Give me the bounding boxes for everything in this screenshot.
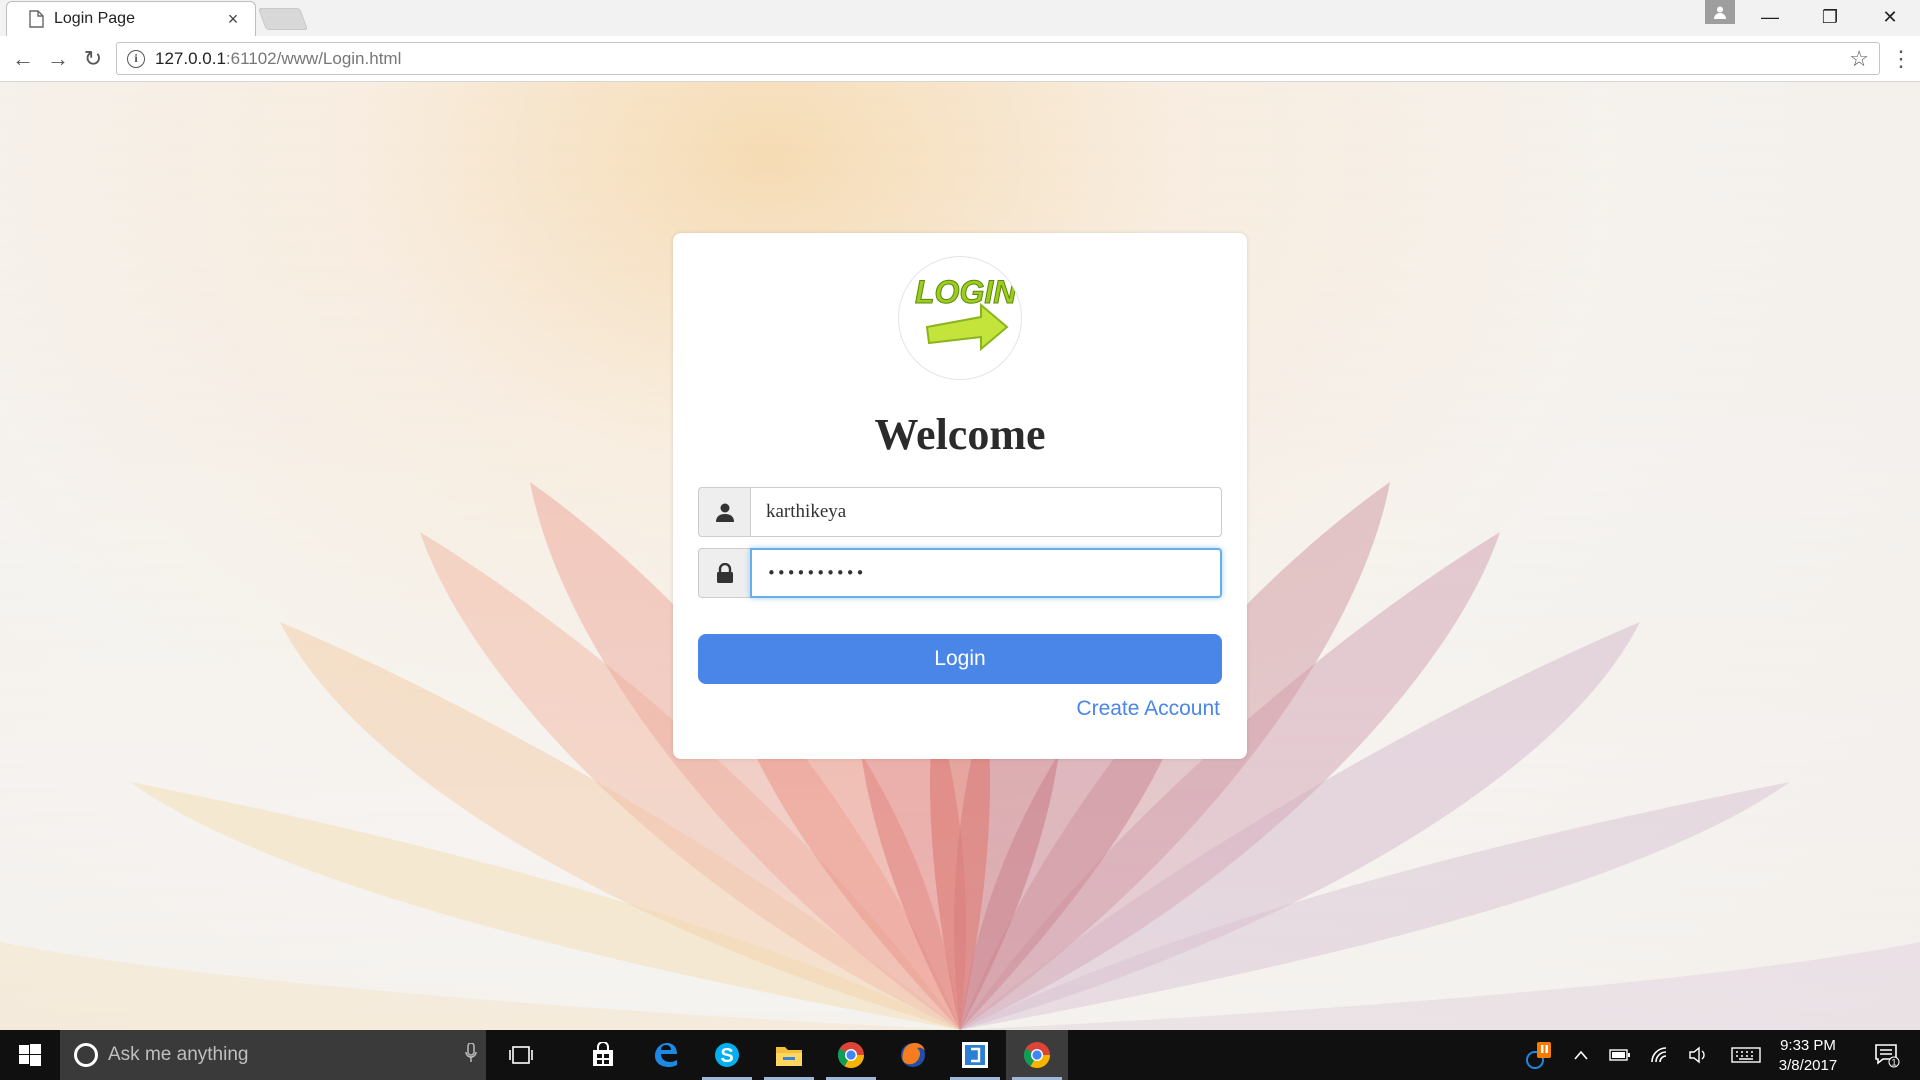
info-icon[interactable]: i (127, 49, 145, 68)
system-clock[interactable]: 9:33 PM 3/8/2017 (1768, 1036, 1848, 1076)
url-path: :61102/www/Login.html (225, 48, 402, 68)
windows-logo-icon (19, 1044, 41, 1066)
task-view-icon (509, 1046, 533, 1064)
password-input[interactable] (750, 548, 1222, 598)
chrome-icon (837, 1042, 865, 1069)
firefox-icon (901, 1043, 925, 1067)
logo-text: LOGIN (915, 274, 1017, 310)
url-host: 127.0.0.1 (155, 48, 226, 68)
clock-time: 9:33 PM (1780, 1037, 1836, 1054)
profile-button[interactable] (1705, 0, 1735, 24)
browser-toolbar: ← → ↻ i 127.0.0.1 :61102/www/Login.html … (0, 36, 1920, 82)
taskbar: Ask me anything S 9:33 PM 3/8/2017 1 (0, 1030, 1920, 1080)
tab-close-icon[interactable]: × (223, 9, 243, 30)
person-icon (1714, 6, 1726, 19)
bookmark-star-icon[interactable]: ☆ (1849, 46, 1869, 72)
taskbar-firefox[interactable] (882, 1030, 944, 1080)
taskbar-file-explorer[interactable] (758, 1030, 820, 1080)
tray-keyboard[interactable] (1726, 1030, 1766, 1080)
browser-title-bar: Login Page × — ❐ ✕ (0, 0, 1920, 36)
browser-menu-icon[interactable]: ⋮ (1890, 44, 1912, 74)
wifi-icon (1651, 1047, 1667, 1063)
cortana-search-box[interactable]: Ask me anything (60, 1030, 486, 1080)
tray-overflow[interactable] (1566, 1030, 1596, 1080)
store-icon (593, 1042, 613, 1066)
folder-icon (776, 1047, 802, 1066)
chrome-icon (1023, 1042, 1051, 1069)
bracket-app-icon (962, 1042, 988, 1068)
taskbar-chrome-1[interactable] (820, 1030, 882, 1080)
password-group (698, 548, 1222, 598)
browser-tab[interactable]: Login Page × (6, 1, 256, 36)
tray-volume[interactable] (1682, 1030, 1714, 1080)
tray-wifi[interactable] (1644, 1030, 1676, 1080)
skype-icon: S (715, 1043, 739, 1067)
page-icon (29, 10, 44, 28)
lock-icon (698, 548, 750, 598)
tray-battery[interactable] (1604, 1030, 1636, 1080)
forward-button[interactable]: → (43, 44, 73, 74)
new-tab-button[interactable] (257, 8, 309, 30)
volume-icon (1689, 1046, 1705, 1064)
user-icon (698, 487, 750, 537)
taskbar-edge[interactable] (634, 1030, 696, 1080)
minimize-button[interactable]: — (1740, 0, 1800, 34)
username-input[interactable] (750, 487, 1222, 537)
notification-count: 1 (1891, 1058, 1896, 1068)
keyboard-icon (1731, 1047, 1761, 1063)
login-card: LOGIN Welcome Login Create Account (673, 233, 1247, 759)
clock-date: 3/8/2017 (1778, 1057, 1838, 1074)
battery-icon (1609, 1049, 1630, 1061)
chevron-up-icon (1574, 1050, 1588, 1060)
tab-title: Login Page (54, 10, 135, 27)
action-center-button[interactable]: 1 (1862, 1030, 1912, 1080)
task-view-button[interactable] (490, 1030, 552, 1080)
taskbar-chrome-2[interactable] (1006, 1030, 1068, 1080)
login-button[interactable]: Login (698, 634, 1222, 684)
microphone-icon[interactable] (456, 1041, 486, 1068)
tray-alert[interactable] (1518, 1030, 1562, 1080)
taskbar-skype[interactable]: S (696, 1030, 758, 1080)
page-viewport: LOGIN Welcome Login Create Account (0, 82, 1920, 1030)
restore-button[interactable]: ❐ (1800, 0, 1860, 34)
taskbar-visual-studio[interactable] (944, 1030, 1006, 1080)
create-account-link[interactable]: Create Account (1076, 697, 1220, 721)
svg-text:S: S (720, 1045, 733, 1067)
notification-icon: 1 (1875, 1044, 1900, 1068)
reload-button[interactable]: ↻ (78, 44, 108, 74)
search-placeholder: Ask me anything (108, 1044, 249, 1065)
cortana-icon (74, 1043, 98, 1067)
warning-icon (1526, 1042, 1551, 1069)
username-group (698, 487, 1222, 537)
start-button[interactable] (0, 1030, 60, 1080)
address-bar[interactable]: i 127.0.0.1 :61102/www/Login.html ☆ (116, 42, 1880, 75)
back-button[interactable]: ← (8, 44, 38, 74)
taskbar-store[interactable] (572, 1030, 634, 1080)
edge-icon (655, 1043, 677, 1067)
close-window-button[interactable]: ✕ (1860, 0, 1920, 34)
login-logo: LOGIN (898, 256, 1022, 380)
page-title: Welcome (874, 410, 1046, 459)
